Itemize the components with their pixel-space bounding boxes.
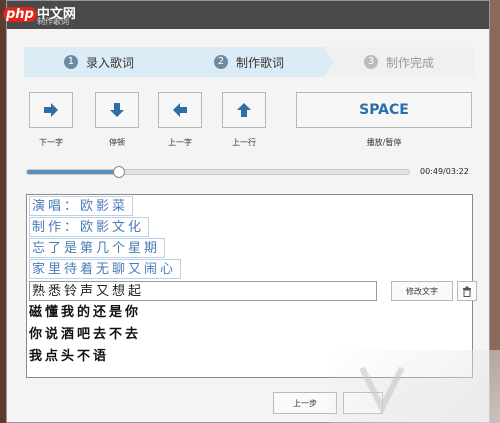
lyric-line[interactable]: 你说酒吧去不去 <box>29 325 141 345</box>
step-enter-lyrics: 1 录入歌词 <box>24 47 184 77</box>
playback-time: 00:49/03:22 <box>420 167 469 176</box>
lyric-line-current[interactable]: 熟悉铃声又想起 <box>29 281 377 301</box>
step-number: 2 <box>213 55 228 69</box>
prev-line-label: 上一行 <box>232 138 256 147</box>
step-number: 3 <box>363 55 378 69</box>
prev-line-button[interactable] <box>222 92 266 128</box>
step-make-lyrics: 2 制作歌词 <box>174 47 334 77</box>
window-title: 制作歌词 <box>37 17 69 26</box>
step-finish: 3 制作完成 <box>324 47 474 77</box>
lyric-line[interactable]: 磁懂我的还是你 <box>29 303 141 323</box>
title-bar: php 中文网 制作歌词 <box>3 1 489 29</box>
lyric-line[interactable]: 制作：欧影文化 <box>29 217 150 237</box>
progress-handle[interactable] <box>112 166 125 178</box>
arrow-down-icon <box>110 103 124 117</box>
delete-line-button[interactable] <box>457 281 477 301</box>
lyric-line[interactable]: 我点头不语 <box>29 347 109 367</box>
space-play-pause-button[interactable]: SPACE <box>296 92 472 128</box>
lyric-line[interactable]: 演唱：欧影菜 <box>29 196 134 216</box>
pause-label: 停顿 <box>109 138 125 147</box>
prev-char-label: 上一字 <box>168 138 192 147</box>
step-arrow-icon <box>174 47 184 77</box>
step-label: 制作完成 <box>385 55 434 70</box>
lyric-line[interactable]: 家里待着无聊又闹心 <box>29 259 182 279</box>
prev-char-button[interactable] <box>158 92 202 128</box>
step-indicator: 1 录入歌词 2 制作歌词 3 制作完成 <box>24 47 474 77</box>
next-char-button[interactable] <box>29 92 73 128</box>
progress-fill <box>27 170 119 174</box>
play-pause-label: 播放/暂停 <box>366 138 402 147</box>
step-label: 制作歌词 <box>235 55 284 70</box>
watermark-logo-icon <box>359 366 405 415</box>
previous-step-button[interactable]: 上一步 <box>273 392 337 414</box>
space-button-label: SPACE <box>359 102 409 118</box>
lyric-line[interactable]: 忘了是第几个星期 <box>29 238 166 258</box>
step-number: 1 <box>63 55 78 69</box>
step-arrow-icon <box>324 47 334 77</box>
next-char-label: 下一字 <box>39 138 63 147</box>
step-label: 录入歌词 <box>85 55 134 70</box>
logo-php: php <box>3 7 37 22</box>
pause-button[interactable] <box>95 92 139 128</box>
edit-text-button[interactable]: 修改文字 <box>391 281 453 301</box>
arrow-right-icon <box>44 103 58 117</box>
arrow-up-icon <box>237 103 251 117</box>
trash-icon <box>463 286 471 297</box>
playback-progress-bar[interactable] <box>26 166 410 178</box>
arrow-left-icon <box>173 103 187 117</box>
watermark-overlay <box>330 350 500 423</box>
